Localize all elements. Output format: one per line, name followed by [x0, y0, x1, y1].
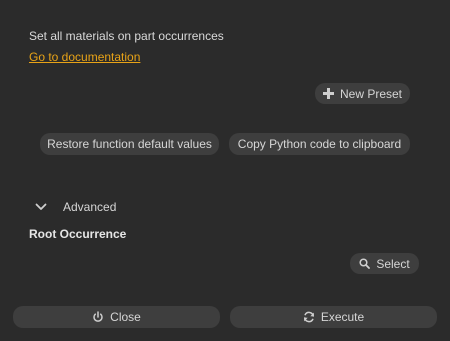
advanced-label: Advanced: [63, 200, 117, 214]
function-description: Set all materials on part occurrences: [29, 29, 224, 43]
plus-icon: [322, 88, 334, 99]
refresh-icon: [303, 311, 315, 323]
search-icon: [359, 258, 371, 269]
restore-defaults-label: Restore function default values: [47, 137, 212, 151]
power-icon: [92, 311, 104, 323]
documentation-link[interactable]: Go to documentation: [29, 50, 140, 64]
close-label: Close: [110, 310, 141, 324]
execute-button[interactable]: Execute: [230, 306, 437, 328]
select-label: Select: [376, 256, 410, 271]
execute-label: Execute: [320, 310, 365, 324]
copy-python-button[interactable]: Copy Python code to clipboard: [229, 133, 410, 155]
new-preset-label: New Preset: [339, 86, 403, 101]
restore-defaults-button[interactable]: Restore function default values: [40, 133, 219, 155]
copy-python-label: Copy Python code to clipboard: [237, 137, 402, 151]
root-occurrence-title: Root Occurrence: [29, 227, 127, 241]
new-preset-button[interactable]: New Preset: [315, 83, 410, 104]
chevron-down-icon: [34, 200, 48, 214]
select-button[interactable]: Select: [350, 253, 419, 274]
close-button[interactable]: Close: [13, 306, 220, 328]
advanced-toggle[interactable]: Advanced: [34, 200, 116, 214]
